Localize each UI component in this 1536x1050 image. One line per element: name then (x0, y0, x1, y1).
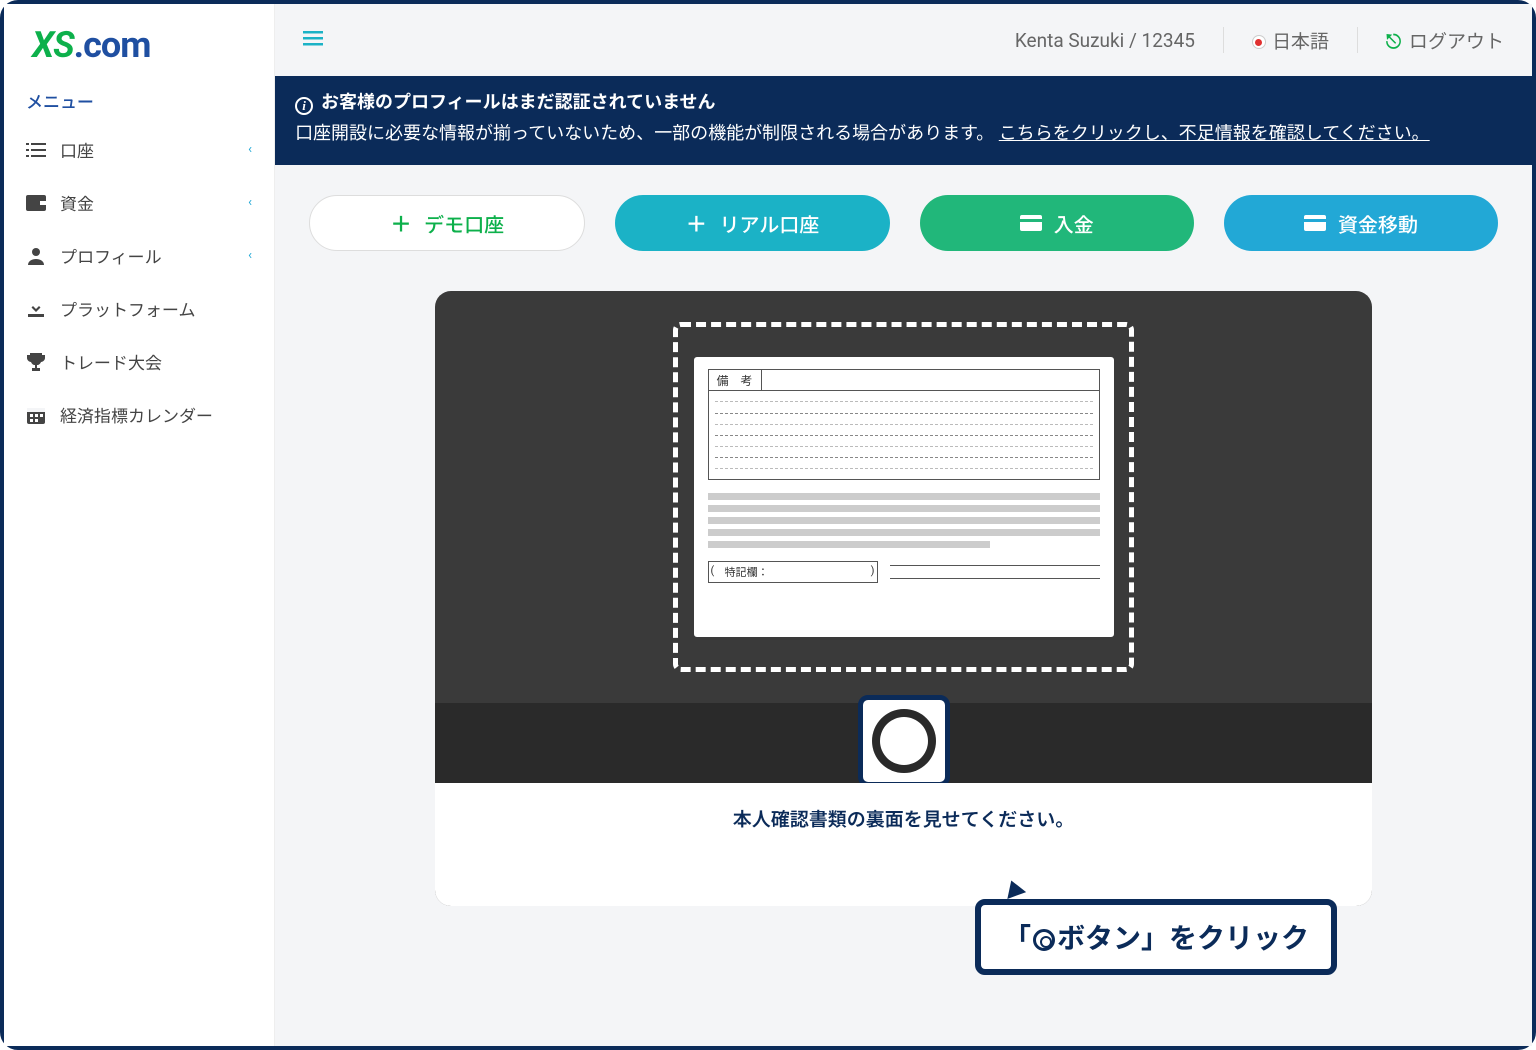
tokki-label: 特記欄： (725, 566, 769, 579)
button-label: デモ口座 (424, 209, 504, 238)
calendar-icon (26, 406, 46, 424)
trophy-icon (26, 353, 46, 371)
main: Kenta Suzuki / 12345 日本語 ⎋ ログアウト iお客様のプロフ… (275, 4, 1532, 1046)
list-icon (26, 141, 46, 159)
capture-panel: 備 考 特記欄： (275, 261, 1532, 906)
sidebar: XS.com メニュー 口座 ‹ 資金 ‹ プロフィール ‹ (4, 4, 275, 1046)
demo-account-button[interactable]: ＋ デモ口座 (309, 195, 585, 251)
capture-instruction: 本人確認書類の裏面を見せてください。 (733, 805, 1074, 832)
shutter-inner-icon (880, 717, 928, 765)
sidebar-item-accounts[interactable]: 口座 ‹ (4, 123, 274, 176)
sidebar-item-label: トレード大会 (60, 349, 162, 374)
action-buttons: ＋ デモ口座 ＋ リアル口座 入金 資金移動 (275, 165, 1532, 261)
real-account-button[interactable]: ＋ リアル口座 (615, 195, 889, 251)
sidebar-item-label: 口座 (60, 137, 94, 162)
plus-icon: ＋ (685, 207, 707, 239)
menu-toggle-button[interactable] (303, 28, 323, 52)
language-label: 日本語 (1272, 30, 1329, 53)
tooltip-callout: 「ボタン」をクリック (975, 899, 1337, 975)
language-selector[interactable]: 日本語 (1252, 27, 1329, 54)
topbar: Kenta Suzuki / 12345 日本語 ⎋ ログアウト (275, 4, 1532, 76)
logout-button[interactable]: ⎋ ログアウト (1386, 27, 1504, 54)
user-label: Kenta Suzuki / 12345 (1015, 29, 1195, 52)
chevron-left-icon: ‹ (248, 142, 252, 157)
logo-com: com (83, 24, 150, 66)
card-icon (1020, 215, 1042, 231)
chevron-left-icon: ‹ (248, 248, 252, 263)
shutter-outer-icon (872, 709, 936, 773)
notice-body: 口座開設に必要な情報が揃っていないため、一部の機能が制限される場合があります。 … (295, 119, 1512, 150)
sidebar-item-calendar[interactable]: 経済指標カレンダー (4, 388, 274, 441)
flag-jp-icon (1252, 35, 1266, 49)
button-label: リアル口座 (719, 209, 819, 238)
deposit-button[interactable]: 入金 (920, 195, 1194, 251)
divider (1223, 27, 1224, 53)
sidebar-item-label: プラットフォーム (60, 296, 196, 321)
sidebar-item-platform[interactable]: プラットフォーム (4, 282, 274, 335)
document-preview: 備 考 特記欄： (694, 357, 1114, 637)
chevron-left-icon: ‹ (248, 195, 252, 210)
logo-dot: . (74, 24, 83, 66)
info-icon: i (295, 97, 313, 115)
notice-link[interactable]: こちらをクリックし、不足情報を確認してください。 (999, 123, 1430, 144)
card-icon (1304, 215, 1326, 231)
logout-icon: ⎋ (1386, 30, 1401, 53)
doc-label: 備 考 (709, 370, 762, 391)
plus-icon: ＋ (390, 207, 412, 239)
notice-banner: iお客様のプロフィールはまだ認証されていません 口座開設に必要な情報が揃っていな… (275, 76, 1532, 165)
sidebar-item-contest[interactable]: トレード大会 (4, 335, 274, 388)
camera-area: 備 考 特記欄： (435, 291, 1372, 703)
logo: XS.com (4, 10, 274, 76)
sidebar-item-label: 資金 (60, 190, 94, 215)
transfer-button[interactable]: 資金移動 (1224, 195, 1498, 251)
button-label: 入金 (1054, 209, 1094, 238)
capture-card: 備 考 特記欄： (435, 291, 1372, 906)
button-label: 資金移動 (1338, 209, 1418, 238)
download-icon (26, 300, 46, 318)
shutter-bar (435, 703, 1372, 783)
wallet-icon (26, 194, 46, 212)
menu-title: メニュー (4, 76, 274, 123)
sidebar-item-profile[interactable]: プロフィール ‹ (4, 229, 274, 282)
divider (1357, 27, 1358, 53)
hamburger-icon (303, 28, 323, 48)
sidebar-item-label: 経済指標カレンダー (60, 402, 213, 427)
circle-icon (1033, 929, 1055, 951)
capture-footer: 本人確認書類の裏面を見せてください。 (435, 783, 1372, 906)
logo-xs: XS (32, 24, 74, 66)
sidebar-item-label: プロフィール (60, 243, 162, 268)
user-icon (26, 247, 46, 265)
shutter-button[interactable] (858, 695, 950, 787)
notice-title: iお客様のプロフィールはまだ認証されていません (295, 88, 1512, 119)
capture-frame: 備 考 特記欄： (673, 322, 1134, 672)
sidebar-item-funds[interactable]: 資金 ‹ (4, 176, 274, 229)
logout-label: ログアウト (1409, 30, 1504, 53)
